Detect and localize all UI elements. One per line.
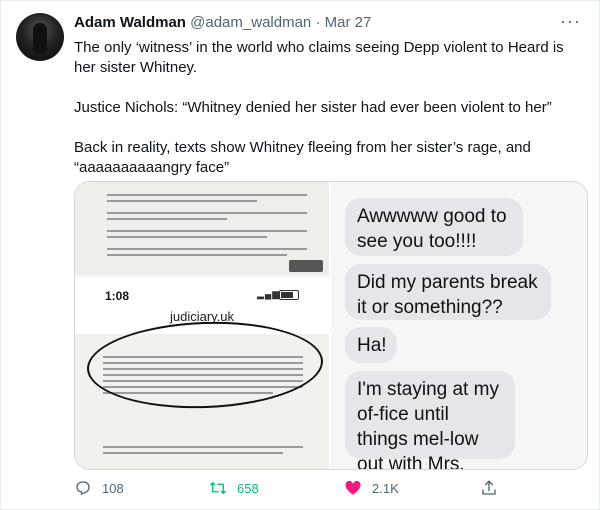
share-button[interactable] xyxy=(480,479,498,497)
author-handle[interactable]: @adam_waldman xyxy=(190,14,311,31)
document-top xyxy=(75,182,329,274)
separator: · xyxy=(315,14,321,31)
avatar[interactable] xyxy=(16,13,64,61)
tweet-paragraph-1: The only ‘witness’ in the world who clai… xyxy=(74,39,564,76)
text-message-screenshot[interactable]: Awwwww good to see you too!!!! Did my pa… xyxy=(331,182,587,469)
share-icon xyxy=(482,480,496,495)
like-icon xyxy=(345,480,361,495)
avatar-figure xyxy=(33,23,47,53)
phone-time: 1:08 xyxy=(105,289,130,303)
message-bubble: Ha! xyxy=(345,327,397,363)
message-bubble: Awwwww good to see you too!!!! xyxy=(345,198,523,256)
tweet-paragraph-2: Justice Nichols: “Whitney denied her sis… xyxy=(74,99,552,116)
reply-button[interactable]: 108 xyxy=(74,479,124,497)
signal-icon: ▂▄▆ xyxy=(257,289,281,299)
tweet-media[interactable]: 1:08 ▂▄▆ judiciary.uk Awwwww good to see… xyxy=(74,181,588,470)
more-icon[interactable]: ··· xyxy=(560,11,581,32)
tweet-date[interactable]: Mar 27 xyxy=(325,14,372,31)
retweet-button[interactable]: 658 xyxy=(209,479,259,497)
like-button[interactable]: 2.1K xyxy=(344,479,399,497)
tweet-actions: 108 658 2.1K xyxy=(74,479,574,499)
message-bubble: I'm staying at my of-fice until things m… xyxy=(345,371,515,469)
tweet[interactable]: Adam Waldman @adam_waldman · Mar 27 ··· … xyxy=(0,0,600,510)
document-screenshot[interactable]: 1:08 ▂▄▆ judiciary.uk xyxy=(75,182,329,469)
retweet-count: 658 xyxy=(237,480,259,496)
reply-icon xyxy=(76,481,90,495)
video-badge xyxy=(289,260,323,272)
reply-count: 108 xyxy=(102,480,124,496)
tweet-paragraph-3: Back in reality, texts show Whitney flee… xyxy=(74,139,531,176)
retweet-icon xyxy=(210,481,226,495)
tweet-text: The only ‘witness’ in the world who clai… xyxy=(74,38,574,198)
author-name[interactable]: Adam Waldman xyxy=(74,14,186,31)
battery-icon xyxy=(279,290,299,300)
like-count: 2.1K xyxy=(372,480,399,496)
tweet-header: Adam Waldman @adam_waldman · Mar 27 xyxy=(74,14,371,31)
message-bubble: Did my parents break it or something?? xyxy=(345,264,551,320)
